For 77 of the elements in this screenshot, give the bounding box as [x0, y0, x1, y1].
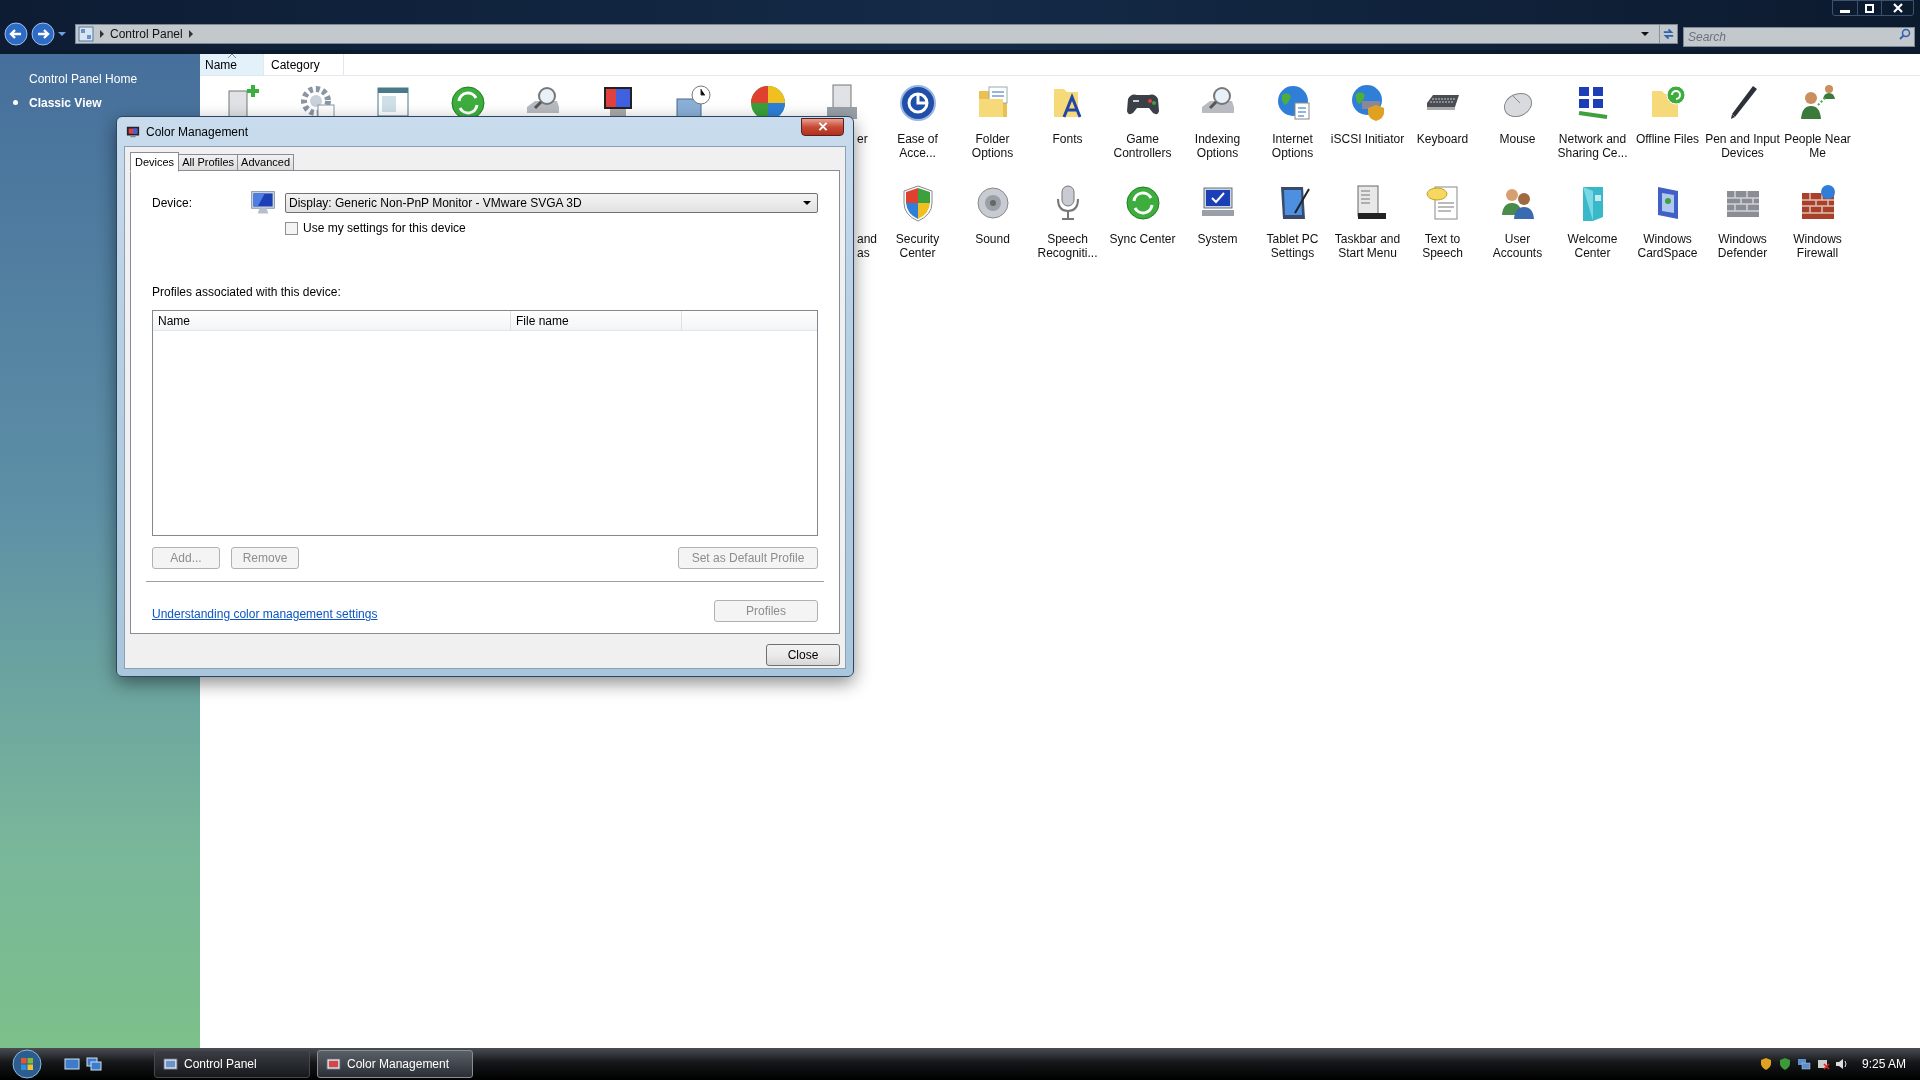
device-label: Device: [152, 195, 193, 212]
item-label[interactable]: Indexing Options [1179, 132, 1256, 160]
column-header[interactable]: Name [153, 311, 511, 330]
window-icon [163, 1056, 178, 1072]
item-label[interactable]: Pen and Input Devices [1704, 132, 1781, 160]
column-header[interactable]: Name [200, 54, 264, 75]
tab[interactable]: Advanced [237, 154, 295, 171]
item-label[interactable]: Offline Files [1629, 132, 1706, 146]
close-icon[interactable] [1892, 3, 1903, 13]
item-label[interactable]: Keyboard [1404, 132, 1481, 146]
item-label[interactable]: Mouse [1479, 132, 1556, 146]
clock[interactable]: 9:25 AM [1861, 1055, 1906, 1073]
search-field[interactable]: Search [1683, 27, 1915, 47]
dropdown-arrow-icon[interactable] [1641, 30, 1649, 38]
item-label[interactable]: Taskbar and Start Menu [1329, 232, 1406, 260]
shield-icon[interactable] [1758, 1057, 1773, 1071]
sidebar-link[interactable]: Control Panel Home [29, 70, 138, 88]
back-button[interactable] [4, 22, 28, 46]
checkbox-label[interactable]: Use my settings for this device [303, 219, 466, 237]
breadcrumb-separator-icon[interactable] [100, 30, 104, 38]
taskbar-button[interactable]: Color Management [317, 1050, 473, 1078]
item-label[interactable]: er [857, 132, 880, 146]
item-label[interactable]: Internet Options [1254, 132, 1331, 160]
item-label[interactable]: Tablet PC Settings [1254, 232, 1331, 260]
sidebar-link[interactable]: Classic View [29, 94, 102, 112]
control-panel-icon [78, 26, 94, 42]
item-label[interactable]: Security Center [879, 232, 956, 260]
sort-caret-icon [228, 54, 236, 58]
tab[interactable]: All Profiles [178, 154, 239, 171]
network-icon[interactable] [1796, 1057, 1811, 1071]
monitor-icon [249, 189, 277, 217]
shield-icon[interactable] [1777, 1057, 1792, 1071]
taskbar-button[interactable]: Control Panel [154, 1050, 310, 1078]
close-dialog-button[interactable]: Close [766, 644, 840, 666]
item-label[interactable]: and as [857, 232, 880, 260]
switch-windows-icon[interactable] [86, 1056, 102, 1072]
checkbox[interactable] [285, 221, 298, 235]
speaker-icon[interactable] [1834, 1057, 1849, 1071]
item-label[interactable]: Folder Options [954, 132, 1031, 160]
item-label[interactable]: Welcome Center [1554, 232, 1631, 260]
breadcrumb[interactable]: Control Panel [110, 25, 183, 43]
address-bar[interactable]: Control Panel [75, 24, 1678, 44]
item-label[interactable]: Sound [954, 232, 1031, 246]
dropdown-arrow-icon[interactable] [803, 199, 811, 207]
column-header[interactable]: File name [511, 311, 682, 330]
show-desktop-icon[interactable] [64, 1056, 80, 1072]
column-header[interactable]: Category [264, 54, 344, 75]
item-label[interactable]: System [1179, 232, 1256, 246]
item-label[interactable]: Windows Firewall [1779, 232, 1856, 260]
item-label[interactable]: Game Controllers [1104, 132, 1181, 160]
item-label[interactable]: Network and Sharing Ce... [1554, 132, 1631, 160]
color-monitor-icon [126, 124, 140, 139]
item-label[interactable]: Windows Defender [1704, 232, 1781, 260]
help-link[interactable]: Understanding color management settings [152, 605, 378, 623]
dialog-close-button[interactable] [801, 117, 844, 136]
item-label[interactable]: Text to Speech [1404, 232, 1481, 260]
item-label[interactable]: People Near Me [1779, 132, 1856, 160]
profiles-label: Profiles associated with this device: [152, 284, 342, 301]
dialog-title: Color Management [146, 123, 249, 141]
item-label[interactable]: User Accounts [1479, 232, 1556, 260]
window-icon [326, 1056, 341, 1072]
item-label[interactable]: iSCSI Initiator [1329, 132, 1406, 146]
device-dropdown[interactable]: Display: Generic Non-PnP Monitor - VMware SVGA 3D [285, 193, 818, 213]
item-label[interactable]: Speech Recogniti... [1029, 232, 1106, 260]
tab[interactable]: Devices [130, 152, 180, 172]
start-button[interactable] [12, 1049, 42, 1079]
profiles-list[interactable]: Name File name [152, 310, 818, 536]
search-icon[interactable] [1899, 28, 1911, 40]
item-label[interactable]: Fonts [1029, 132, 1106, 146]
history-dropdown-icon[interactable] [58, 30, 66, 38]
forward-button[interactable] [31, 22, 55, 46]
disc-icon[interactable] [897, 83, 938, 123]
item-label[interactable]: Windows CardSpace [1629, 232, 1706, 260]
bullet-icon [13, 100, 18, 105]
item-label[interactable]: Ease of Acce... [879, 132, 956, 160]
breadcrumb-separator-icon[interactable] [188, 30, 193, 38]
item-label[interactable]: Sync Center [1104, 232, 1181, 246]
